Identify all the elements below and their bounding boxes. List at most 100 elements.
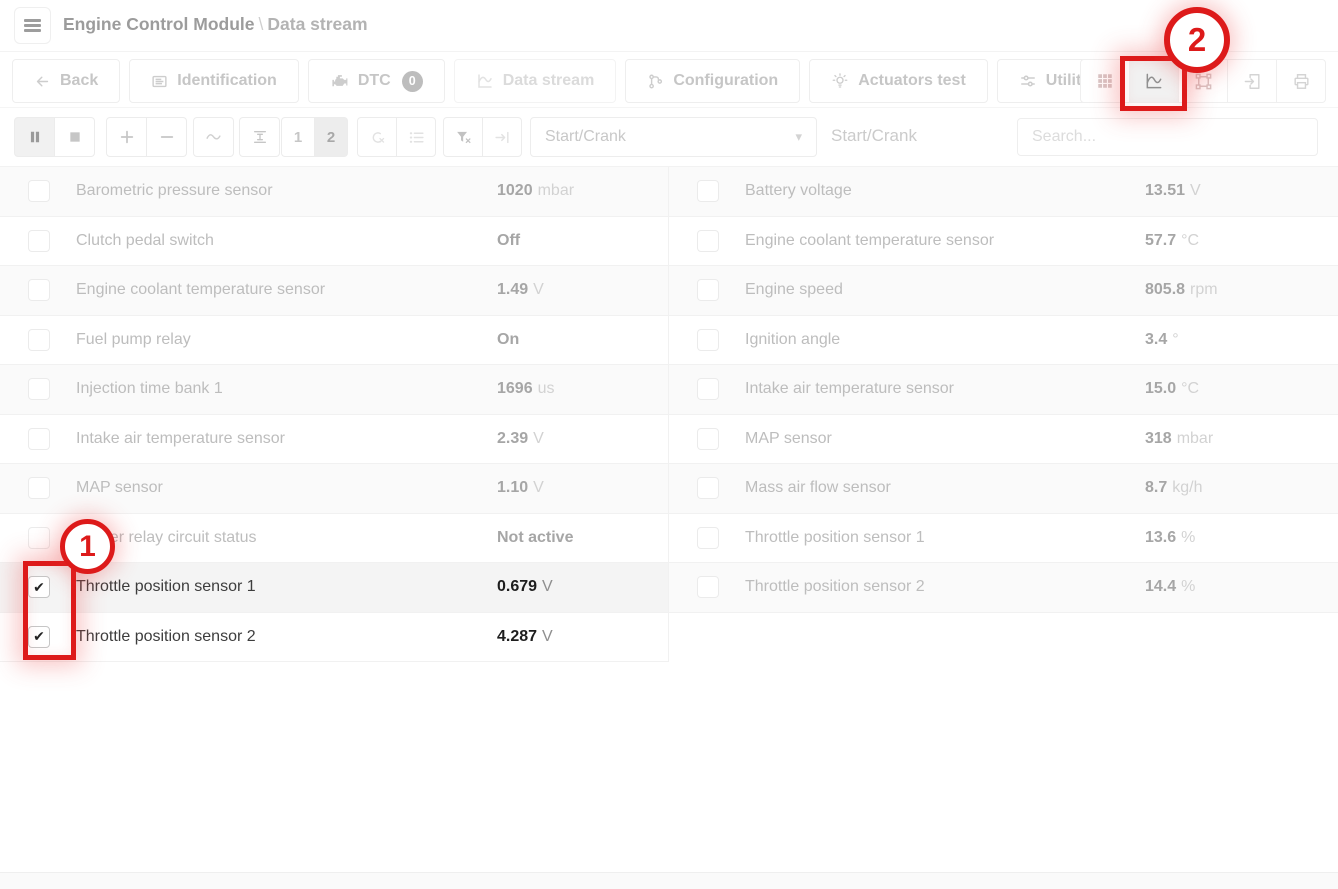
param-value: 805.8 [1145, 281, 1185, 298]
row-checkbox[interactable] [697, 428, 719, 450]
row-checkbox[interactable] [28, 378, 50, 400]
row-checkbox[interactable] [28, 527, 50, 549]
param-value: 1.49 [497, 281, 528, 298]
page-2-button[interactable]: 2 [314, 117, 348, 157]
identification-icon [151, 73, 168, 90]
print-button[interactable] [1276, 59, 1326, 103]
row-checkbox[interactable] [697, 378, 719, 400]
param-value-cell: 13.6% [1145, 529, 1195, 547]
fit-height-button[interactable] [239, 117, 280, 157]
param-value: 13.6 [1145, 529, 1176, 546]
group-select[interactable]: Start/Crank ▾ [530, 117, 817, 157]
param-value-cell: Off [497, 232, 525, 250]
table-row[interactable]: Mass air flow sensor 8.7kg/h [669, 464, 1338, 514]
param-unit: rpm [1190, 281, 1218, 298]
table-row[interactable]: Ignition angle 3.4° [669, 316, 1338, 366]
param-value-cell: 1020mbar [497, 182, 574, 200]
table-row[interactable]: Engine coolant temperature sensor 1.49V [0, 266, 668, 316]
row-checkbox[interactable] [28, 477, 50, 499]
tab-configuration[interactable]: Configuration [625, 59, 800, 103]
tab-label: Configuration [673, 72, 778, 90]
table-row[interactable]: Injection time bank 1 1696us [0, 365, 668, 415]
back-button[interactable]: Back [12, 59, 120, 103]
param-value: Off [497, 232, 520, 249]
tab-data-stream[interactable]: Data stream [454, 59, 617, 103]
engine-icon [330, 72, 349, 91]
export-button[interactable] [1227, 59, 1277, 103]
smoothing-button[interactable] [193, 117, 234, 157]
param-value-cell: On [497, 331, 524, 349]
param-unit: % [1181, 529, 1195, 546]
table-row[interactable]: ✔ Throttle position sensor 2 4.287V [0, 613, 668, 663]
param-label: Engine coolant temperature sensor [745, 232, 994, 250]
search-input[interactable] [1017, 118, 1318, 156]
row-checkbox[interactable] [28, 230, 50, 252]
table-row[interactable]: Clutch pedal switch Off [0, 217, 668, 267]
data-stream-icon [476, 72, 494, 90]
param-label: Battery voltage [745, 182, 852, 200]
clear-group [357, 117, 436, 157]
breadcrumb-page: Data stream [267, 14, 367, 34]
zoom-in-button[interactable] [106, 117, 147, 157]
table-row[interactable]: MAP sensor 1.10V [0, 464, 668, 514]
zoom-out-button[interactable] [146, 117, 187, 157]
tab-label: DTC [358, 72, 391, 90]
print-icon [1292, 72, 1311, 91]
row-checkbox[interactable] [697, 279, 719, 301]
fit-height-icon [252, 129, 268, 145]
breadcrumb: Engine Control Module\Data stream [63, 14, 368, 35]
clear-chart-button[interactable] [357, 117, 397, 157]
table-row[interactable]: Intake air temperature sensor 2.39V [0, 415, 668, 465]
parameter-column-left: Barometric pressure sensor 1020mbar Clut… [0, 167, 669, 662]
list-button[interactable] [396, 117, 436, 157]
row-checkbox[interactable] [697, 527, 719, 549]
table-row[interactable]: Intake air temperature sensor 15.0°C [669, 365, 1338, 415]
utility-icon [1019, 72, 1037, 90]
clear-filter-button[interactable] [443, 117, 483, 157]
table-row[interactable]: Fuel pump relay On [0, 316, 668, 366]
table-row[interactable]: Engine speed 805.8 rpm [669, 266, 1338, 316]
tab-label: Data stream [503, 72, 595, 90]
frame-view-icon [1194, 72, 1213, 91]
smoothing-group [193, 117, 234, 157]
row-checkbox[interactable] [697, 230, 719, 252]
param-label: Throttle position sensor 1 [745, 529, 925, 547]
stop-button[interactable] [54, 117, 95, 157]
row-checkbox[interactable] [697, 576, 719, 598]
row-checkbox[interactable] [28, 428, 50, 450]
pause-button[interactable] [14, 117, 55, 157]
zoom-group [106, 117, 187, 157]
table-row[interactable]: MAP sensor 318mbar [669, 415, 1338, 465]
table-row[interactable]: Throttle position sensor 1 13.6% [669, 514, 1338, 564]
tab-dtc[interactable]: DTC 0 [308, 59, 445, 103]
row-checkbox[interactable] [28, 279, 50, 301]
row-checkbox[interactable] [28, 180, 50, 202]
actuators-test-icon [831, 72, 849, 90]
clear-chart-icon [369, 129, 386, 146]
menu-button[interactable] [14, 7, 51, 44]
row-checkbox[interactable] [697, 180, 719, 202]
param-value: 1020 [497, 182, 533, 199]
table-row[interactable]: Battery voltage 13.51V [669, 167, 1338, 217]
jump-to-end-button[interactable] [482, 117, 522, 157]
param-value: 8.7 [1145, 479, 1167, 496]
configuration-icon [647, 73, 664, 90]
param-value: On [497, 331, 519, 348]
annotation-step-1: 1 [60, 519, 115, 574]
tab-actuators-test[interactable]: Actuators test [809, 59, 988, 103]
param-label: Throttle position sensor 2 [745, 578, 925, 596]
table-row[interactable]: Engine coolant temperature sensor 57.7°C [669, 217, 1338, 267]
tab-identification[interactable]: Identification [129, 59, 299, 103]
param-label: Engine speed [745, 281, 843, 299]
table-row[interactable]: Barometric pressure sensor 1020mbar [0, 167, 668, 217]
stop-icon [68, 130, 82, 144]
row-checkbox[interactable] [28, 329, 50, 351]
param-unit: °C [1181, 380, 1199, 397]
row-checkbox[interactable] [697, 477, 719, 499]
page-1-button[interactable]: 1 [281, 117, 315, 157]
param-value-cell: 2.39V [497, 430, 544, 448]
param-label: Injection time bank 1 [76, 380, 223, 398]
row-checkbox[interactable] [697, 329, 719, 351]
table-row[interactable]: Throttle position sensor 2 14.4% [669, 563, 1338, 613]
app-window: Engine Control Module\Data stream 13.51 … [0, 0, 1338, 889]
